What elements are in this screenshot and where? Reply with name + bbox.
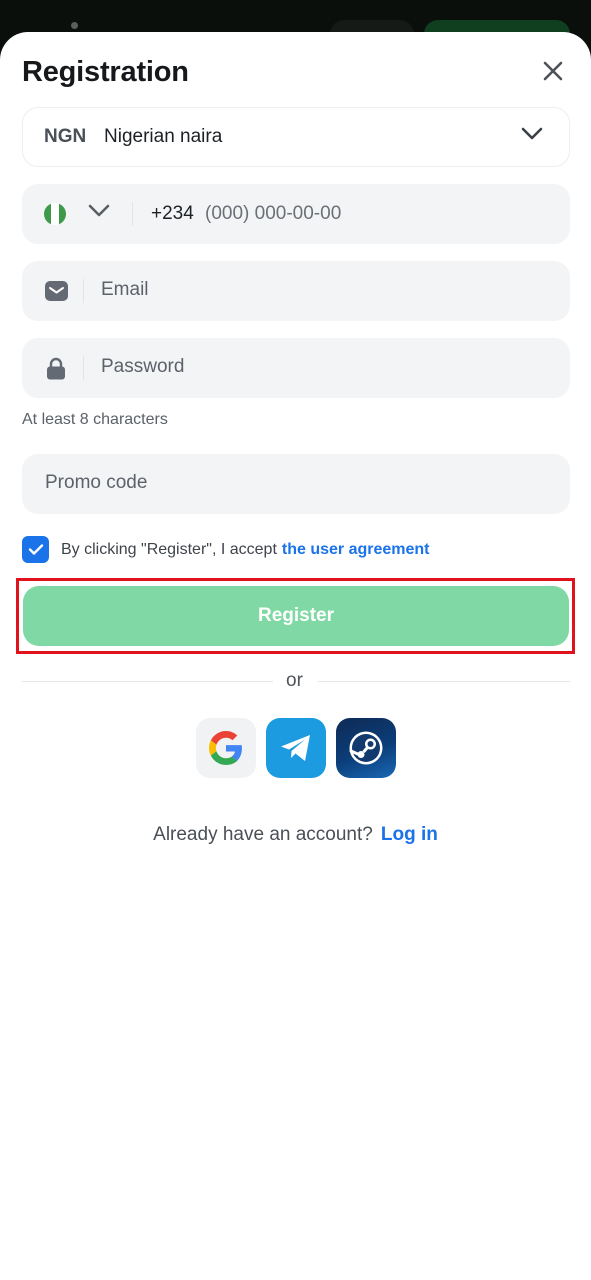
password-placeholder: Password [101,356,185,377]
google-icon [209,731,242,765]
field-divider [132,202,133,226]
or-label: or [286,670,303,691]
promo-placeholder: Promo code [45,472,148,493]
agreement-text: By clicking "Register", I accept [61,540,277,558]
phone-country-code: +234 [151,203,194,224]
agreement-checkbox[interactable] [22,536,49,563]
currency-code: NGN [44,126,87,147]
login-row: Already have an account? Log in [0,824,591,846]
login-link[interactable]: Log in [381,824,438,845]
mail-icon [44,279,68,303]
agreement-row: By clicking "Register", I accept the use… [22,536,430,563]
login-prompt: Already have an account? [153,824,373,845]
chevron-down-icon[interactable] [88,204,110,218]
field-divider [83,356,84,380]
steam-login-button[interactable] [336,718,396,778]
password-field[interactable]: Password [22,338,570,398]
chevron-down-icon [521,127,543,140]
close-icon [543,61,563,81]
field-divider [83,279,84,303]
lock-icon [44,356,68,380]
currency-name: Nigerian naira [104,126,223,147]
or-divider-right [318,681,570,682]
google-login-button[interactable] [196,718,256,778]
password-hint: At least 8 characters [22,411,168,428]
register-button[interactable]: Register [23,586,569,646]
email-field[interactable]: Email [22,261,570,321]
steam-icon [349,731,383,765]
or-divider-left [22,681,273,682]
user-agreement-link[interactable]: the user agreement [282,541,430,559]
checkmark-icon [28,544,43,555]
phone-placeholder: (000) 000-00-00 [205,203,342,224]
nigeria-flag-icon[interactable] [44,203,66,225]
email-placeholder: Email [101,279,149,300]
telegram-login-button[interactable] [266,718,326,778]
background-dot [71,22,78,29]
registration-sheet: Registration NGN Nigerian naira +234 (00… [0,32,591,1280]
phone-field[interactable]: +234 (000) 000-00-00 [22,184,570,244]
sheet-title: Registration [22,56,189,88]
currency-select[interactable]: NGN Nigerian naira [22,107,570,167]
close-button[interactable] [538,56,568,86]
promo-code-field[interactable]: Promo code [22,454,570,514]
telegram-icon [281,735,310,761]
